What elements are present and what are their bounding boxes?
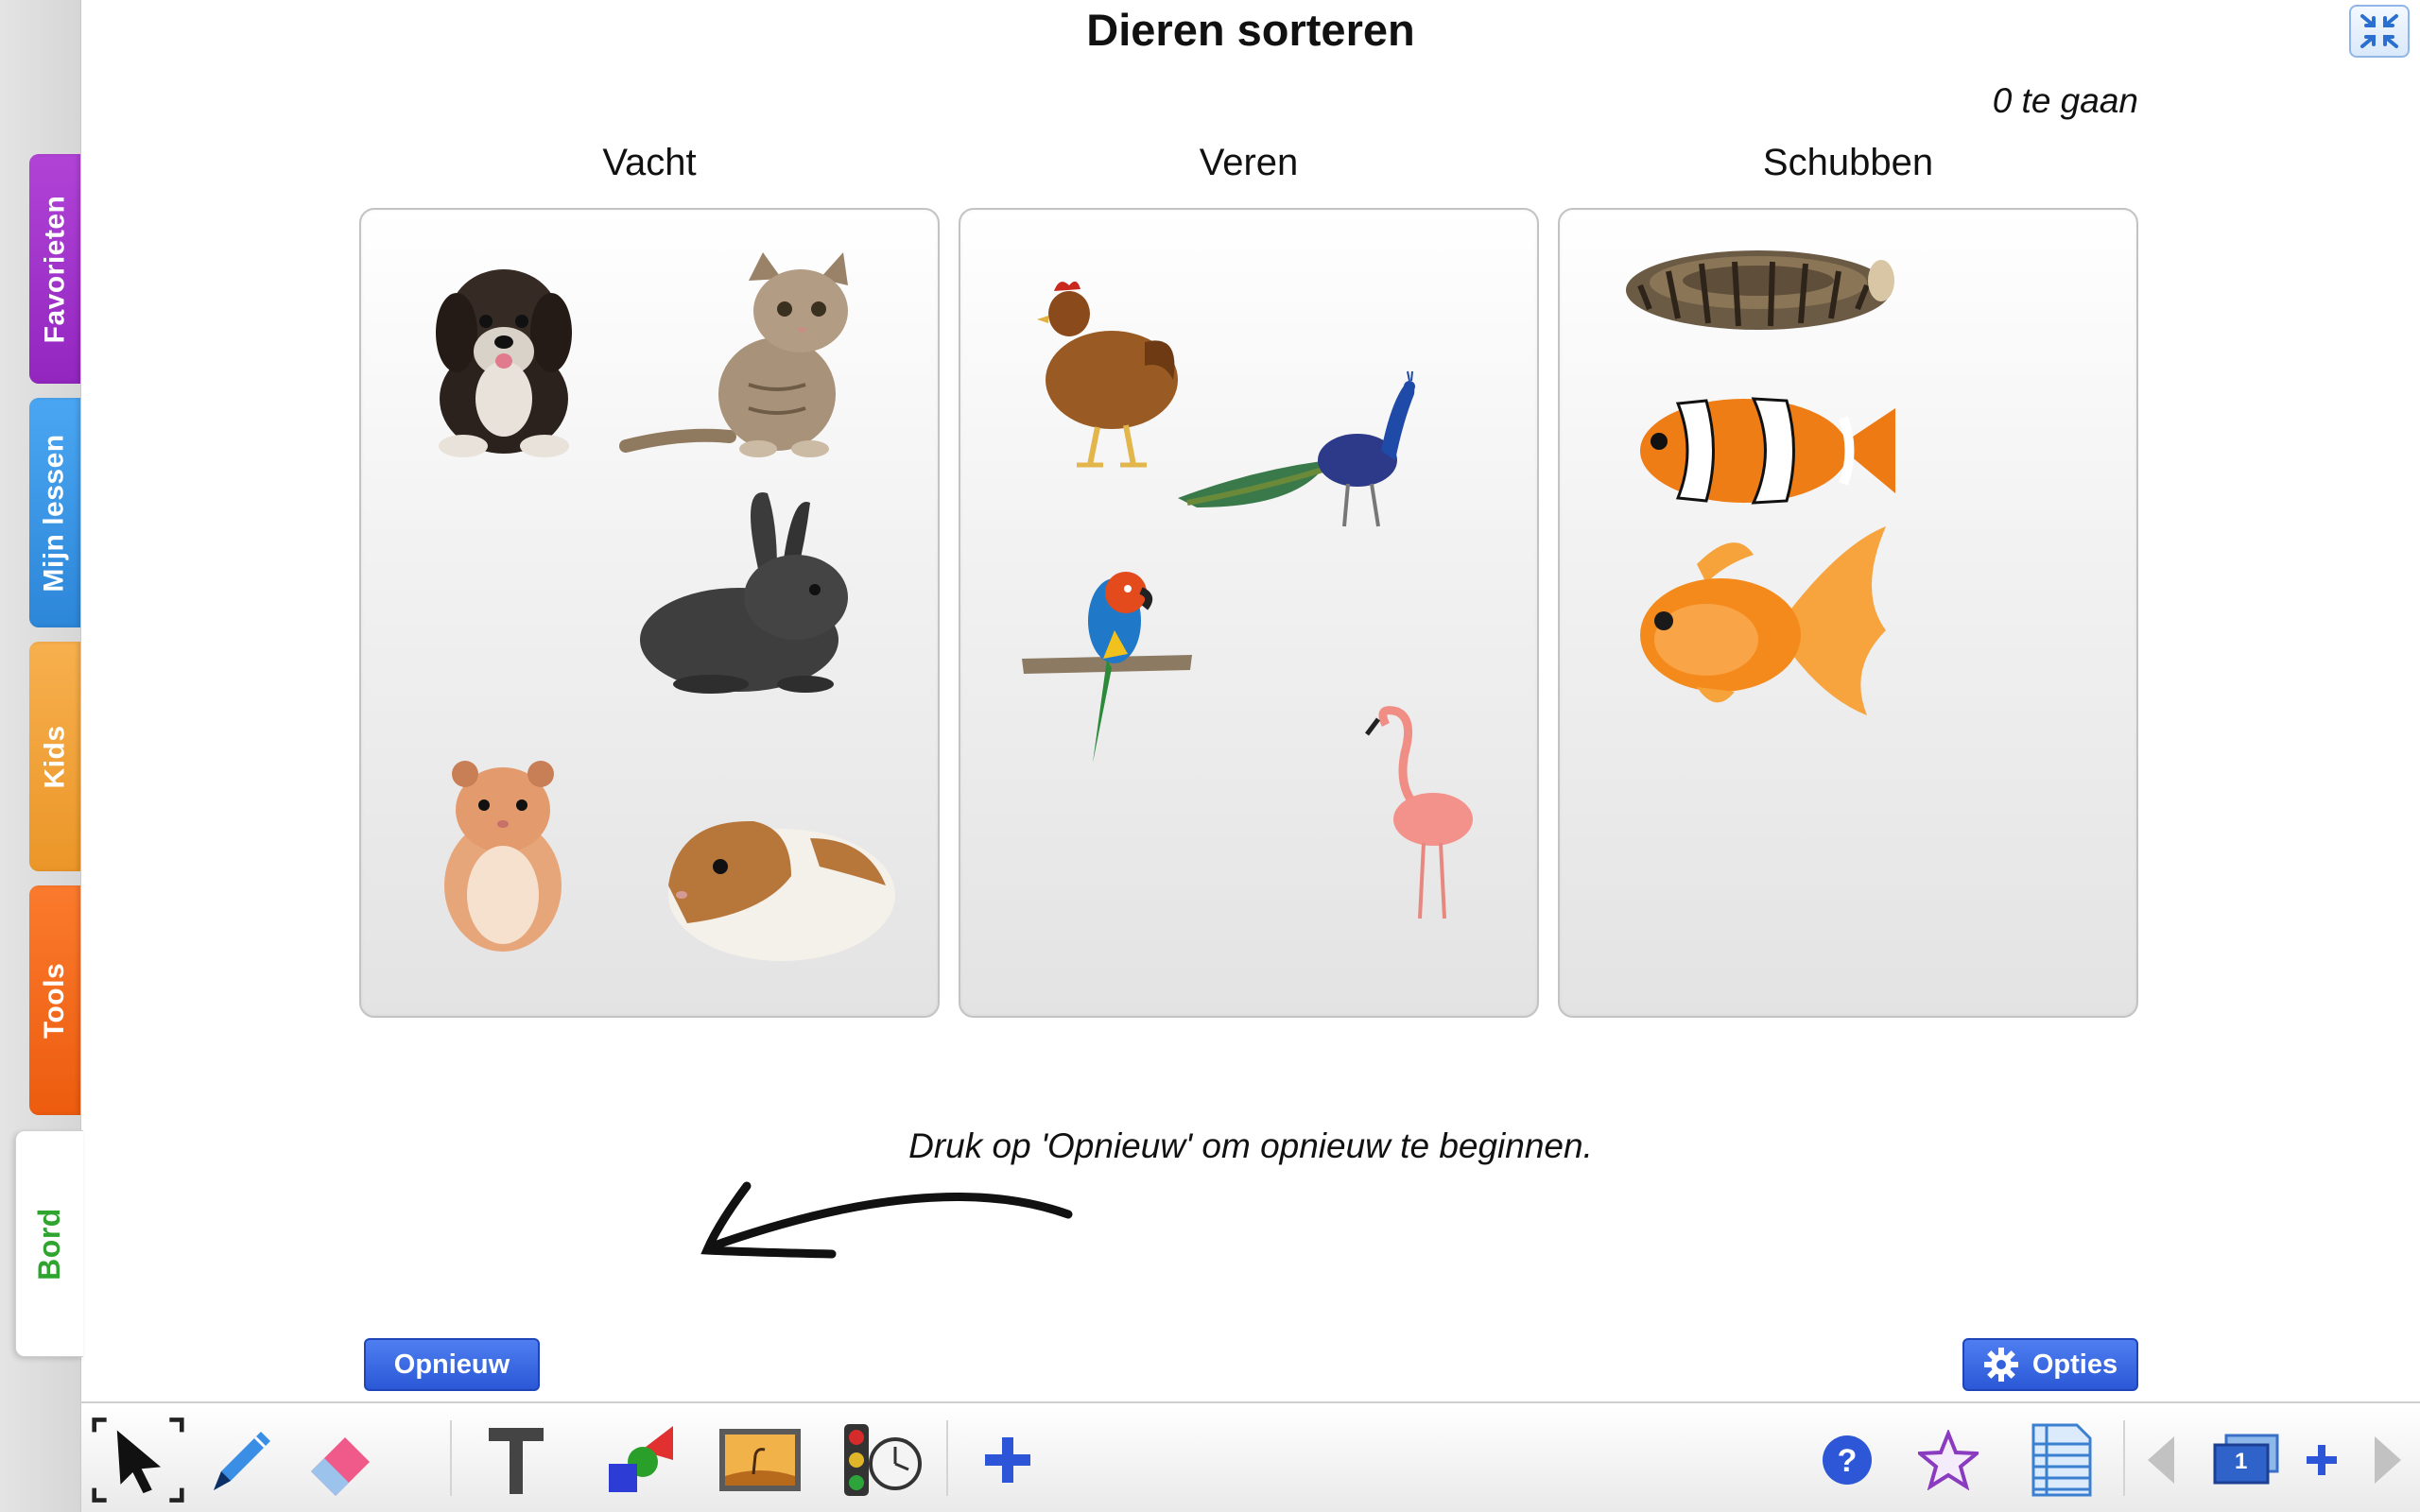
eraser-tool-button[interactable] — [294, 1415, 389, 1504]
svg-text:?: ? — [1838, 1443, 1858, 1479]
hint-text: Druk op 'Opnieuw' om opnieuw te beginnen… — [908, 1126, 1593, 1165]
shapes-tool-button[interactable] — [592, 1415, 686, 1504]
text-icon — [489, 1427, 544, 1494]
rabbit-card[interactable] — [626, 484, 872, 696]
cat-card[interactable] — [616, 252, 881, 460]
add-widget-icon — [985, 1436, 1030, 1483]
toolbar-divider — [2123, 1420, 2125, 1496]
prev-page-icon — [2148, 1435, 2174, 1484]
image-icon — [719, 1428, 801, 1491]
dog-card[interactable] — [414, 248, 594, 460]
drop-zone-vacht[interactable] — [359, 208, 940, 1018]
tab-kids-label: Kids — [39, 724, 71, 789]
column-header-veren: Veren — [1199, 142, 1299, 183]
tab-kids[interactable]: Kids — [29, 642, 80, 871]
star-icon — [1918, 1429, 1979, 1490]
snake-card[interactable] — [1621, 233, 1895, 337]
tab-bord-label: Bord — [32, 1207, 66, 1280]
select-arrow-icon — [92, 1417, 184, 1503]
guinea-pig-card[interactable] — [649, 800, 895, 971]
peacock-card[interactable] — [1178, 366, 1452, 545]
clownfish-card[interactable] — [1631, 389, 1900, 512]
add-page-button[interactable] — [2284, 1415, 2360, 1504]
tab-mijn-lessen-label: Mijn lessen — [39, 433, 70, 593]
gear-icon — [1983, 1348, 2018, 1382]
side-tab-rail: Favorieten Mijn lessen Kids Tools Bord — [0, 0, 83, 1512]
add-widget-button[interactable] — [960, 1415, 1055, 1504]
notes-button[interactable] — [2014, 1415, 2109, 1504]
opties-button[interactable]: Opties — [1962, 1338, 2138, 1391]
toolbar-divider — [946, 1420, 948, 1496]
opties-label: Opties — [2031, 1349, 2118, 1380]
page-title: Dieren sorteren — [1086, 5, 1415, 55]
page-number: 1 — [2235, 1449, 2248, 1474]
page-thumbnail-button[interactable]: 1 — [2199, 1415, 2293, 1504]
drop-zone-schubben[interactable] — [1558, 208, 2138, 1018]
next-page-icon — [2375, 1435, 2401, 1484]
tab-bord[interactable]: Bord — [15, 1130, 83, 1357]
remaining-counter: 0 te gaan — [1992, 81, 2138, 120]
timer-tool-button[interactable] — [836, 1415, 930, 1504]
tab-favorieten-label: Favorieten — [39, 195, 70, 343]
parrot-card[interactable] — [1022, 564, 1201, 772]
flamingo-card[interactable] — [1357, 706, 1480, 923]
eraser-icon — [311, 1436, 370, 1496]
tab-mijn-lessen[interactable]: Mijn lessen — [29, 398, 80, 627]
add-page-icon — [2307, 1444, 2337, 1475]
column-header-vacht: Vacht — [602, 142, 697, 183]
tab-favorieten[interactable]: Favorieten — [29, 154, 80, 384]
goldfish-card[interactable] — [1631, 526, 1895, 720]
pen-icon — [214, 1431, 270, 1490]
select-tool-button[interactable] — [91, 1415, 185, 1504]
tab-tools-label: Tools — [39, 962, 70, 1039]
opnieuw-button[interactable]: Opnieuw — [364, 1338, 540, 1391]
notes-icon — [2031, 1423, 2092, 1496]
opnieuw-label: Opnieuw — [393, 1349, 510, 1380]
help-button[interactable]: ? — [1800, 1415, 1894, 1504]
shapes-icon — [609, 1425, 673, 1492]
help-icon: ? — [1823, 1435, 1872, 1485]
tab-tools[interactable]: Tools — [29, 885, 80, 1115]
pen-tool-button[interactable] — [195, 1415, 289, 1504]
app-stage: Favorieten Mijn lessen Kids Tools Bord D… — [0, 0, 2420, 1512]
next-page-button[interactable] — [2355, 1415, 2420, 1504]
bottom-toolbar: ? 1 — [81, 1401, 2420, 1512]
prev-page-button[interactable] — [2128, 1415, 2194, 1504]
favorite-button[interactable] — [1901, 1415, 1996, 1504]
collapse-icon — [2360, 14, 2398, 48]
exit-fullscreen-button[interactable] — [2349, 5, 2410, 58]
text-tool-button[interactable] — [469, 1415, 563, 1504]
image-tool-button[interactable] — [713, 1415, 807, 1504]
column-header-schubben: Schubben — [1762, 142, 1934, 183]
traffic-light-timer-icon — [844, 1423, 922, 1496]
hamster-card[interactable] — [427, 753, 579, 956]
arrow-pointer-icon — [700, 1181, 1073, 1259]
drop-zone-veren[interactable] — [959, 208, 1539, 1018]
toolbar-divider — [450, 1420, 452, 1496]
chicken-card[interactable] — [1031, 276, 1183, 474]
